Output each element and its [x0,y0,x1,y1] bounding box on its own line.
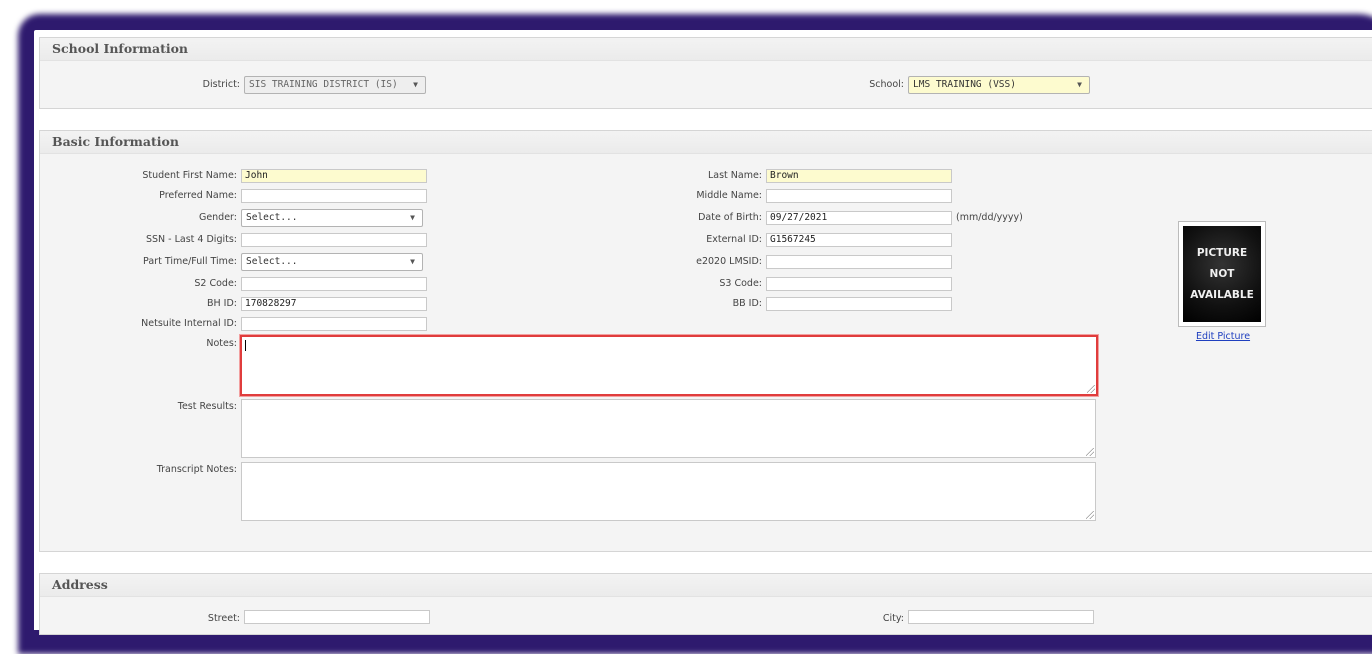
chevron-down-icon: ▼ [413,80,418,89]
text-cursor [245,340,246,351]
lmsid-label: e2020 LMSID: [696,256,762,267]
city-label: City: [882,613,904,624]
resize-grip-icon[interactable] [1086,448,1094,456]
picture-placeholder: PICTURE NOT AVAILABLE [1183,226,1261,322]
student-picture: PICTURE NOT AVAILABLE [1178,221,1266,327]
s3-code-field[interactable] [766,277,952,291]
section-title: School Information [40,38,1372,61]
gender-select[interactable]: Select... ▼ [241,209,423,227]
resize-grip-icon[interactable] [1087,385,1095,393]
bh-id-field[interactable]: 170828297 [241,297,427,311]
dob-label: Date of Birth: [698,212,762,223]
street-label: Street: [207,613,240,624]
part-time-select[interactable]: Select... ▼ [241,253,423,271]
picture-text-line: AVAILABLE [1190,288,1254,301]
district-value: SIS TRAINING DISTRICT (IS) [249,79,398,90]
part-time-label: Part Time/Full Time: [143,256,237,267]
school-select[interactable]: LMS TRAINING (VSS) ▼ [908,76,1090,94]
picture-text-line: PICTURE [1196,246,1248,259]
picture-text-line: NOT [1209,267,1235,280]
last-name-field[interactable]: Brown [766,169,952,183]
external-id-field[interactable]: G1567245 [766,233,952,247]
chevron-down-icon: ▼ [410,213,415,222]
bb-id-field[interactable] [766,297,952,311]
notes-label: Notes: [206,338,237,349]
bb-id-label: BB ID: [732,298,762,309]
s2-code-label: S2 Code: [194,278,237,289]
external-id-label: External ID: [706,234,762,245]
ssn-field[interactable] [241,233,427,247]
preferred-name-field[interactable] [241,189,427,203]
transcript-notes-label: Transcript Notes: [156,464,237,475]
netsuite-id-label: Netsuite Internal ID: [141,318,237,329]
resize-grip-icon[interactable] [1086,511,1094,519]
school-label: School: [869,79,904,90]
preferred-name-label: Preferred Name: [159,190,237,201]
test-results-textarea[interactable] [241,399,1096,458]
middle-name-field[interactable] [766,189,952,203]
chevron-down-icon: ▼ [1077,80,1082,89]
section-title: Address [40,574,1372,597]
first-name-label: Student First Name: [142,170,237,181]
bh-id-label: BH ID: [207,298,237,309]
lmsid-field[interactable] [766,255,952,269]
transcript-notes-textarea[interactable] [241,462,1096,521]
notes-textarea[interactable] [240,335,1098,396]
section-title: Basic Information [40,131,1372,154]
gender-label: Gender: [198,212,237,223]
district-select[interactable]: SIS TRAINING DISTRICT (IS) ▼ [244,76,426,94]
ssn-label: SSN - Last 4 Digits: [145,234,237,245]
s3-code-label: S3 Code: [719,278,762,289]
edit-picture-link[interactable]: Edit Picture [1178,331,1268,342]
school-information-section: School Information [39,37,1372,109]
gender-value: Select... [246,212,298,223]
address-section: Address [39,573,1372,635]
test-results-label: Test Results: [177,401,237,412]
s2-code-field[interactable] [241,277,427,291]
middle-name-label: Middle Name: [696,190,762,201]
district-label: District: [202,79,240,90]
dob-format-hint: (mm/dd/yyyy) [956,212,1023,223]
netsuite-id-field[interactable] [241,317,427,331]
part-time-value: Select... [246,256,298,267]
chevron-down-icon: ▼ [410,257,415,266]
last-name-label: Last Name: [707,170,762,181]
school-value: LMS TRAINING (VSS) [913,79,1016,90]
dob-field[interactable]: 09/27/2021 [766,211,952,225]
first-name-field[interactable]: John [241,169,427,183]
